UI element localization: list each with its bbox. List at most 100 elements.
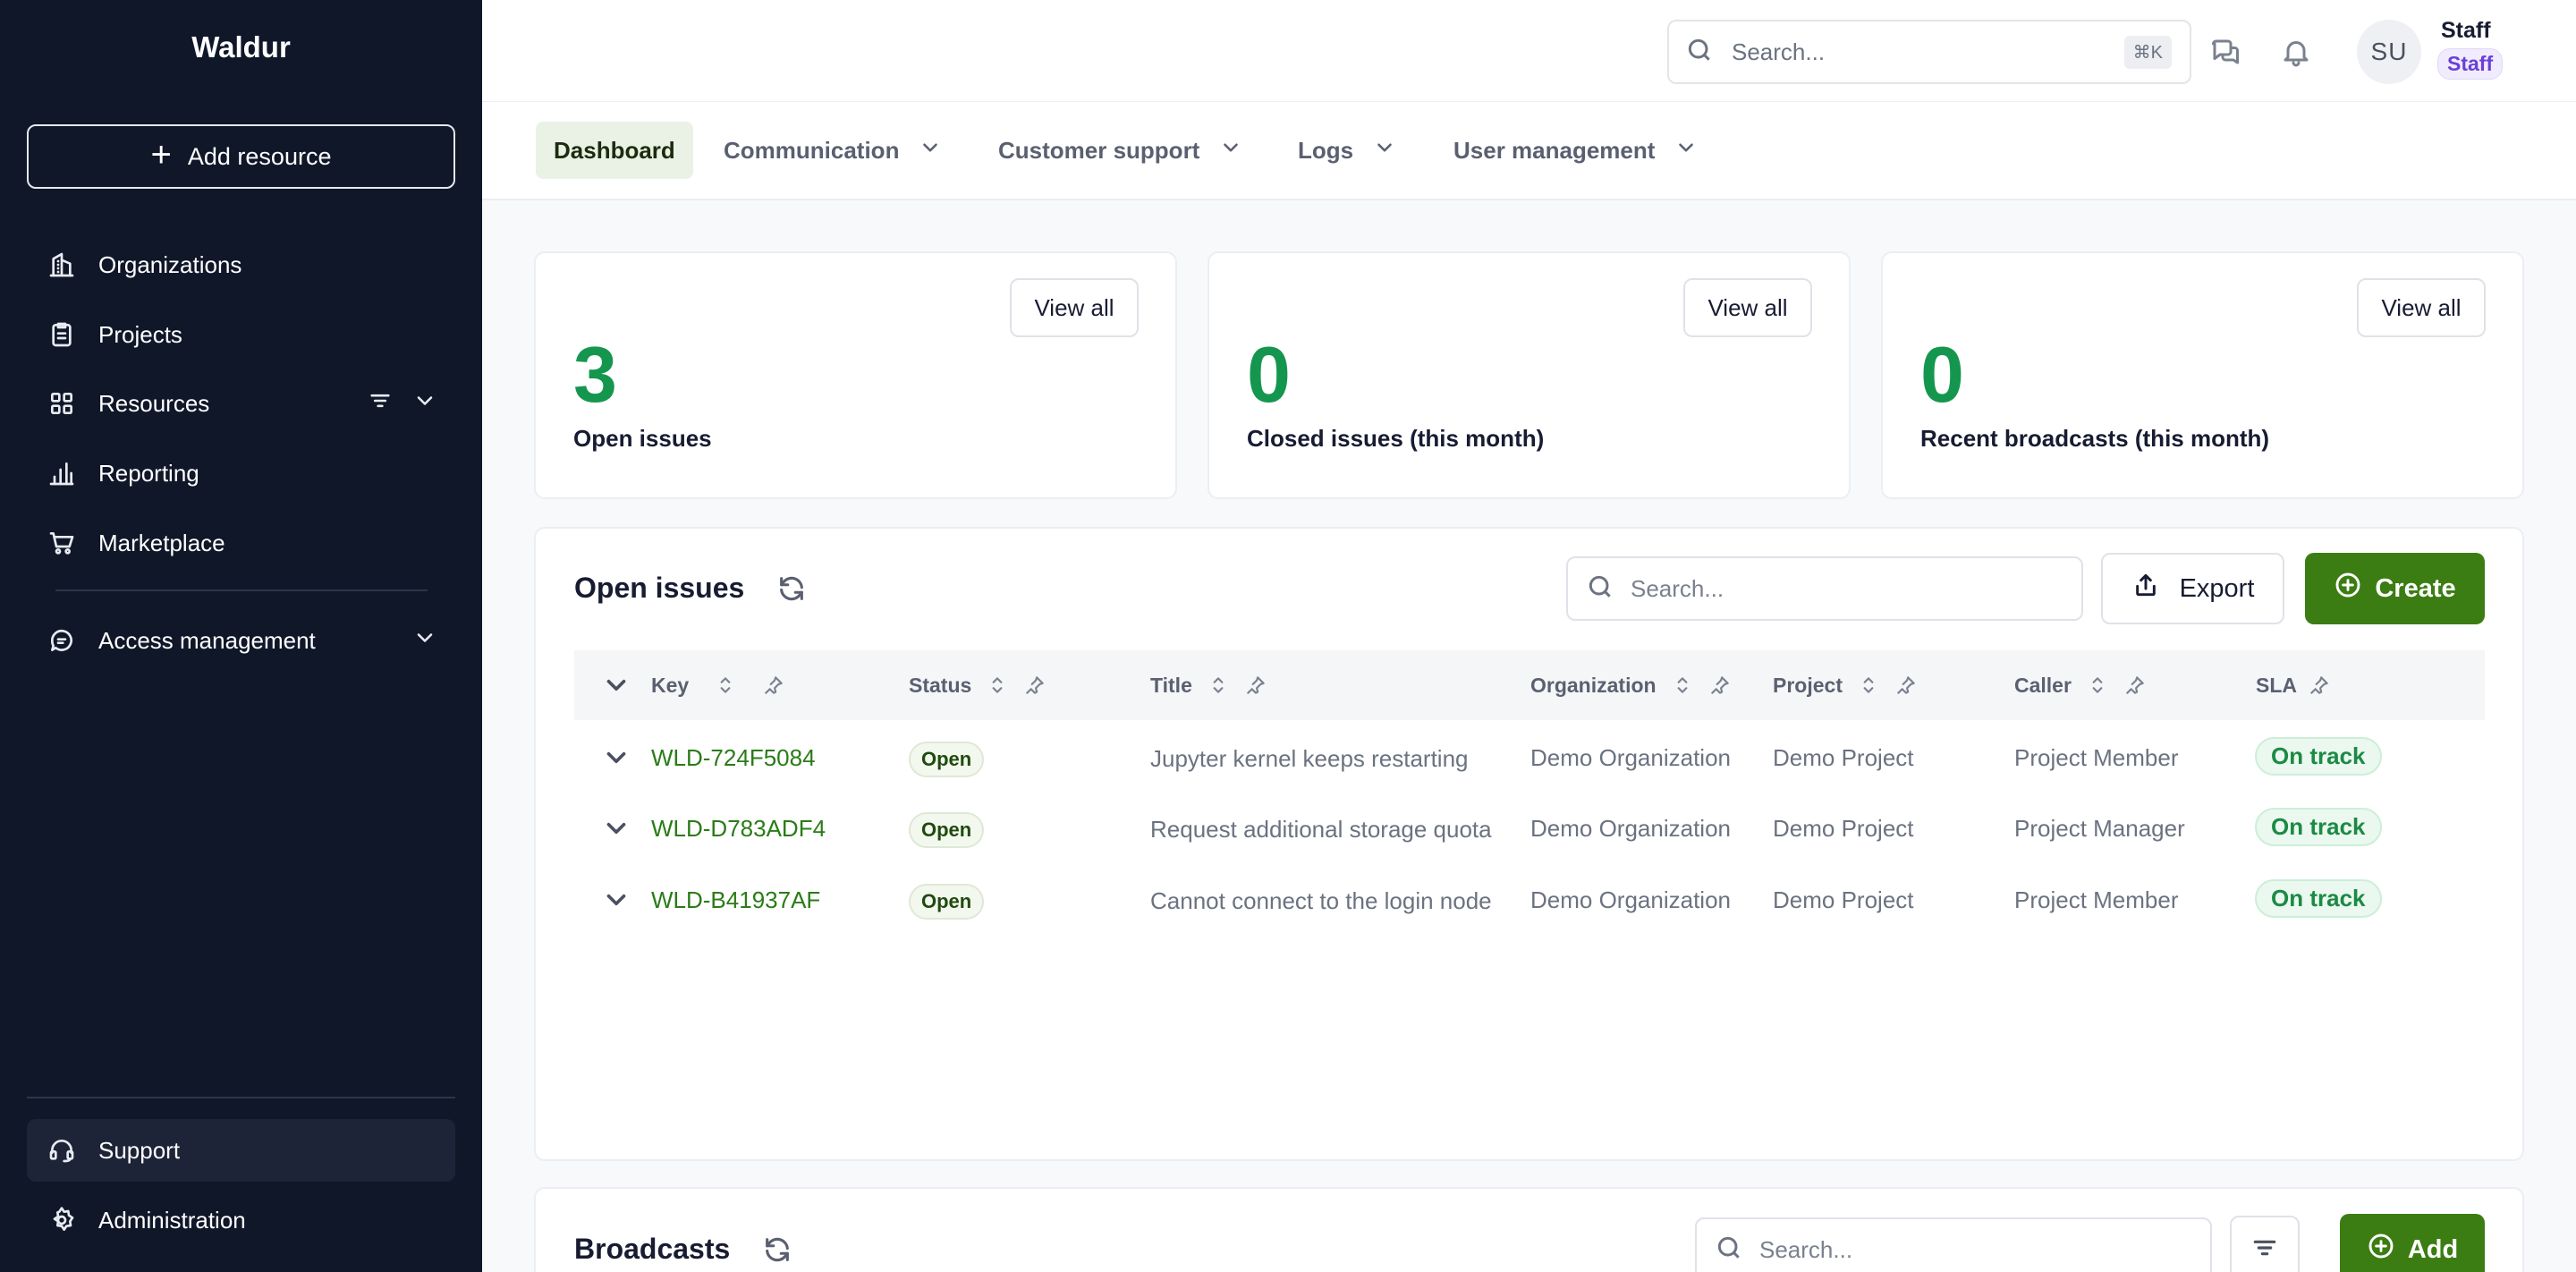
pin-icon[interactable] — [1244, 674, 1267, 697]
issue-key-link[interactable]: WLD-724F5084 — [651, 744, 816, 772]
tab-user-management[interactable]: User management — [1453, 122, 1698, 179]
issue-title: Jupyter kernel keeps restarting — [1150, 745, 1469, 772]
sort-icon[interactable] — [1857, 674, 1880, 697]
issues-search-input[interactable]: Search... — [1566, 556, 2083, 621]
pin-icon[interactable] — [2308, 674, 2331, 697]
tab-label: Dashboard — [554, 136, 675, 164]
issue-organization: Demo Organization — [1530, 815, 1731, 842]
sidebar-item-label: Projects — [98, 320, 182, 348]
sidebar-item-projects[interactable]: Projects — [27, 303, 455, 366]
stat-value: 0 — [1920, 330, 1964, 419]
tab-logs[interactable]: Logs — [1298, 122, 1396, 179]
sidebar-item-label: Marketplace — [98, 529, 225, 556]
filter-button[interactable] — [2230, 1216, 2300, 1272]
column-header-organization[interactable]: Organization — [1530, 650, 1732, 720]
sort-icon[interactable] — [986, 674, 1009, 697]
tab-customer-support[interactable]: Customer support — [998, 122, 1242, 179]
column-header-caller[interactable]: Caller — [2014, 650, 2147, 720]
issue-key-link[interactable]: WLD-B41937AF — [651, 886, 820, 914]
create-button[interactable]: Create — [2305, 553, 2485, 624]
search-placeholder: Search... — [1631, 574, 1724, 602]
column-header-title[interactable]: Title — [1150, 650, 1267, 720]
view-all-button[interactable]: View all — [1010, 278, 1139, 337]
column-label: Key — [651, 673, 690, 697]
add-resource-label: Add resource — [187, 142, 332, 170]
view-all-button[interactable]: View all — [1683, 278, 1812, 337]
sla-badge: On track — [2255, 737, 2382, 776]
expand-row-icon[interactable] — [601, 742, 631, 773]
avatar[interactable]: SU — [2357, 20, 2421, 84]
chevron-down-icon[interactable] — [412, 625, 437, 657]
search-icon — [1586, 572, 1614, 606]
add-broadcast-button[interactable]: Add — [2340, 1214, 2485, 1272]
sidebar-item-support[interactable]: Support — [27, 1119, 455, 1182]
tab-dashboard[interactable]: Dashboard — [536, 122, 693, 179]
sidebar-item-label: Resources — [98, 389, 210, 417]
bell-icon[interactable] — [2280, 36, 2312, 68]
sort-icon[interactable] — [1671, 674, 1694, 697]
sidebar-item-reporting[interactable]: Reporting — [27, 442, 455, 505]
shortcut-hint: ⌘K — [2123, 35, 2172, 69]
expand-row-icon[interactable] — [601, 885, 631, 915]
expand-all-icon[interactable] — [601, 670, 631, 700]
chevron-down-icon — [919, 136, 942, 165]
sidebar-item-organizations[interactable]: Organizations — [27, 233, 455, 296]
gear-icon — [47, 1205, 77, 1235]
global-search[interactable]: Search... ⌘K — [1667, 20, 2191, 84]
refresh-icon[interactable] — [762, 1234, 792, 1265]
column-header-sla[interactable]: SLA — [2256, 650, 2331, 720]
pin-icon[interactable] — [2123, 674, 2147, 697]
headset-icon — [47, 1135, 77, 1166]
status-badge: Open — [909, 812, 985, 848]
sidebar-item-administration[interactable]: Administration — [27, 1189, 455, 1251]
filter-icon[interactable] — [368, 388, 393, 420]
issue-project: Demo Project — [1773, 815, 1914, 842]
sidebar-item-resources[interactable]: Resources — [27, 372, 455, 435]
issue-title: Cannot connect to the login node — [1150, 887, 1492, 914]
sort-icon[interactable] — [1207, 674, 1230, 697]
pin-icon[interactable] — [1023, 674, 1046, 697]
search-icon — [1715, 1234, 1743, 1267]
column-header-project[interactable]: Project — [1773, 650, 1918, 720]
add-resource-button[interactable]: + Add resource — [27, 124, 455, 189]
filter-icon — [2250, 1234, 2279, 1267]
stat-value: 3 — [573, 330, 617, 419]
pin-icon[interactable] — [1894, 674, 1918, 697]
sort-icon[interactable] — [2086, 674, 2109, 697]
sla-badge: On track — [2255, 808, 2382, 846]
pin-icon[interactable] — [762, 674, 785, 697]
stat-card-closed-issues: View all 0 Closed issues (this month) — [1208, 251, 1851, 499]
user-name: Staff — [2441, 18, 2491, 43]
tab-label: User management — [1453, 136, 1656, 164]
issue-key-link[interactable]: WLD-D783ADF4 — [651, 815, 826, 843]
stat-label: Recent broadcasts (this month) — [1920, 425, 2270, 452]
tab-bar: Dashboard Communication Customer support… — [482, 102, 2576, 200]
tab-label: Logs — [1298, 136, 1354, 164]
column-label: SLA — [2256, 673, 2297, 697]
chevron-down-icon[interactable] — [412, 388, 437, 420]
sort-icon[interactable] — [714, 674, 737, 697]
search-icon — [1685, 36, 1714, 69]
chat-icon[interactable] — [2209, 36, 2241, 68]
issue-caller: Project Member — [2014, 886, 2179, 913]
broadcasts-search-input[interactable]: Search... — [1695, 1217, 2212, 1272]
view-all-button[interactable]: View all — [2357, 278, 2486, 337]
stat-card-open-issues: View all 3 Open issues — [534, 251, 1177, 499]
search-placeholder: Search... — [1759, 1235, 1853, 1263]
export-button[interactable]: Export — [2101, 553, 2284, 624]
chat-lock-icon — [47, 625, 77, 656]
expand-row-icon[interactable] — [601, 813, 631, 844]
column-header-key[interactable]: Key — [651, 650, 785, 720]
sidebar-item-marketplace[interactable]: Marketplace — [27, 512, 455, 574]
chevron-down-icon — [1373, 136, 1396, 165]
tab-communication[interactable]: Communication — [724, 122, 942, 179]
brand-logo[interactable]: Waldur — [0, 30, 482, 64]
refresh-icon[interactable] — [776, 573, 807, 604]
status-badge: Open — [909, 884, 985, 920]
column-header-status[interactable]: Status — [909, 650, 1046, 720]
upload-icon — [2131, 571, 2160, 606]
pin-icon[interactable] — [1708, 674, 1732, 697]
building-icon — [47, 250, 77, 280]
sidebar-item-access-management[interactable]: Access management — [27, 609, 455, 672]
broadcasts-panel — [534, 1187, 2524, 1272]
